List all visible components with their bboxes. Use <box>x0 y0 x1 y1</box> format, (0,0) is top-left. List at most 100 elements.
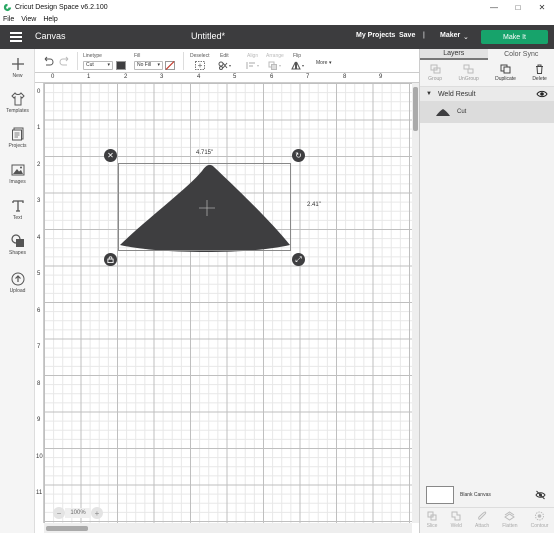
layer-group-name: Weld Result <box>437 90 476 98</box>
ruler-tick-label: 1 <box>87 74 91 80</box>
expand-caret-icon[interactable]: ▼ <box>426 91 432 97</box>
layer-group-row[interactable]: ▼ Weld Result <box>420 87 554 101</box>
arrange-icon[interactable] <box>268 61 282 70</box>
blank-canvas-row[interactable]: Blank Canvas <box>420 483 554 507</box>
scroll-thumb[interactable] <box>46 526 88 531</box>
design-canvas[interactable] <box>44 83 412 523</box>
deselect-icon[interactable] <box>195 61 205 70</box>
slice-label: Slice <box>426 523 438 529</box>
chevron-down-icon: ▾ <box>157 62 160 68</box>
flatten-button[interactable]: Flatten <box>502 508 518 533</box>
toolbar-divider <box>77 52 78 70</box>
resize-handle-icon[interactable]: ⤢ <box>292 253 305 266</box>
ruler-tick-label: 8 <box>37 381 41 387</box>
zoom-in-button[interactable]: + <box>91 507 103 519</box>
flip-icon[interactable] <box>291 61 305 70</box>
hamburger-menu-icon[interactable] <box>10 32 22 42</box>
weld-button[interactable]: Weld <box>451 508 462 533</box>
ungroup-icon <box>463 64 474 74</box>
ruler-tick-label: 10 <box>36 454 43 460</box>
delete-handle-icon[interactable]: ✕ <box>104 149 117 162</box>
ruler-tick-label: 1 <box>37 125 41 131</box>
attach-button[interactable]: Attach <box>475 508 489 533</box>
menu-help[interactable]: Help <box>43 16 57 23</box>
menu-file[interactable]: File <box>3 16 14 23</box>
make-it-button[interactable]: Make It <box>481 30 548 44</box>
title-bar: Cricut Design Space v6.2.100 — □ ✕ <box>0 0 554 14</box>
ruler-tick-label: 4 <box>197 74 201 80</box>
ruler-tick-label: 5 <box>37 271 41 277</box>
tool-shapes[interactable]: Shapes <box>0 234 35 256</box>
more-button[interactable]: More <box>316 60 327 66</box>
eye-icon[interactable] <box>536 89 548 99</box>
tool-upload[interactable]: Upload <box>0 272 35 294</box>
save-button[interactable]: Save <box>399 32 415 39</box>
tool-images[interactable]: Images <box>0 163 35 185</box>
shirt-icon <box>10 92 25 106</box>
linetype-color-swatch[interactable] <box>116 61 126 70</box>
layer-thumbnail-icon <box>436 108 450 116</box>
rotate-handle-icon[interactable]: ↻ <box>292 149 305 162</box>
weld-label: Weld <box>450 523 462 529</box>
edit-menu-icon[interactable] <box>218 61 232 70</box>
fill-select[interactable]: No Fill ▾ <box>134 61 163 70</box>
app-header: Canvas Untitled* My Projects Save | Make… <box>0 25 554 49</box>
linetype-value: Cut <box>86 62 94 68</box>
deselect-label: Deselect <box>190 53 210 59</box>
arrange-label: Arrange <box>266 53 284 59</box>
group-button[interactable]: Group <box>428 60 442 86</box>
blank-canvas-label: Blank Canvas <box>460 492 491 498</box>
close-window-icon[interactable]: ✕ <box>530 0 554 14</box>
align-icon[interactable] <box>246 61 260 70</box>
no-fill-swatch-icon[interactable] <box>165 61 175 70</box>
upload-icon <box>11 272 24 286</box>
linetype-label: Linetype <box>83 53 102 59</box>
vertical-scrollbar[interactable] <box>412 83 419 523</box>
tab-color-sync[interactable]: Color Sync <box>488 49 554 60</box>
contour-icon <box>535 511 545 521</box>
duplicate-button[interactable]: Duplicate <box>495 60 516 86</box>
tab-layers[interactable]: Layers <box>420 49 488 60</box>
ruler-tick-label: 9 <box>379 74 383 80</box>
tool-label: Upload <box>9 288 26 294</box>
attach-icon <box>477 511 486 520</box>
flatten-icon <box>504 511 516 521</box>
tool-templates[interactable]: Templates <box>0 92 35 114</box>
tool-projects[interactable]: Projects <box>0 127 35 149</box>
ruler-tick-label: 8 <box>343 74 347 80</box>
menu-view[interactable]: View <box>21 16 36 23</box>
selection-box <box>118 163 291 251</box>
chevron-down-icon[interactable]: ▾ <box>329 60 332 66</box>
lock-handle-icon[interactable] <box>104 253 117 266</box>
redo-icon[interactable] <box>59 56 71 66</box>
ungroup-label: UnGroup <box>458 76 479 82</box>
ruler-tick-label: 0 <box>51 74 55 80</box>
contour-button[interactable]: Contour <box>531 508 548 533</box>
undo-icon[interactable] <box>42 56 54 66</box>
linetype-select[interactable]: Cut ▾ <box>83 61 113 70</box>
panel-tabs: Layers Color Sync <box>420 49 554 60</box>
tool-new[interactable]: New <box>0 57 35 79</box>
ruler-tick-label: 2 <box>37 162 41 168</box>
delete-button[interactable]: Delete <box>532 60 547 86</box>
ruler-tick-label: 7 <box>306 74 310 80</box>
minimize-icon[interactable]: — <box>482 0 506 14</box>
scroll-thumb[interactable] <box>413 87 418 131</box>
machine-selector[interactable]: Maker <box>440 32 460 39</box>
slice-button[interactable]: Slice <box>427 508 438 533</box>
maximize-icon[interactable]: □ <box>506 0 530 14</box>
layer-item[interactable]: Cut <box>420 101 554 123</box>
eye-hidden-icon[interactable] <box>535 490 546 500</box>
layers-panel: Layers Color Sync Group UnGroup Duplicat… <box>419 49 554 533</box>
canvas-color-swatch[interactable] <box>426 486 454 504</box>
zoom-out-button[interactable]: − <box>53 507 65 519</box>
edit-toolbar: Linetype Cut ▾ Fill No Fill ▾ Deselect Edi… <box>35 49 419 73</box>
weld-icon <box>451 511 461 521</box>
width-dimension: 4.715" <box>196 150 214 156</box>
chevron-down-icon[interactable]: ⌄ <box>463 33 469 41</box>
my-projects-button[interactable]: My Projects <box>356 32 395 39</box>
duplicate-icon <box>500 64 511 74</box>
horizontal-scrollbar[interactable] <box>44 523 412 533</box>
ungroup-button[interactable]: UnGroup <box>458 60 479 86</box>
tool-text[interactable]: Text <box>0 199 35 221</box>
